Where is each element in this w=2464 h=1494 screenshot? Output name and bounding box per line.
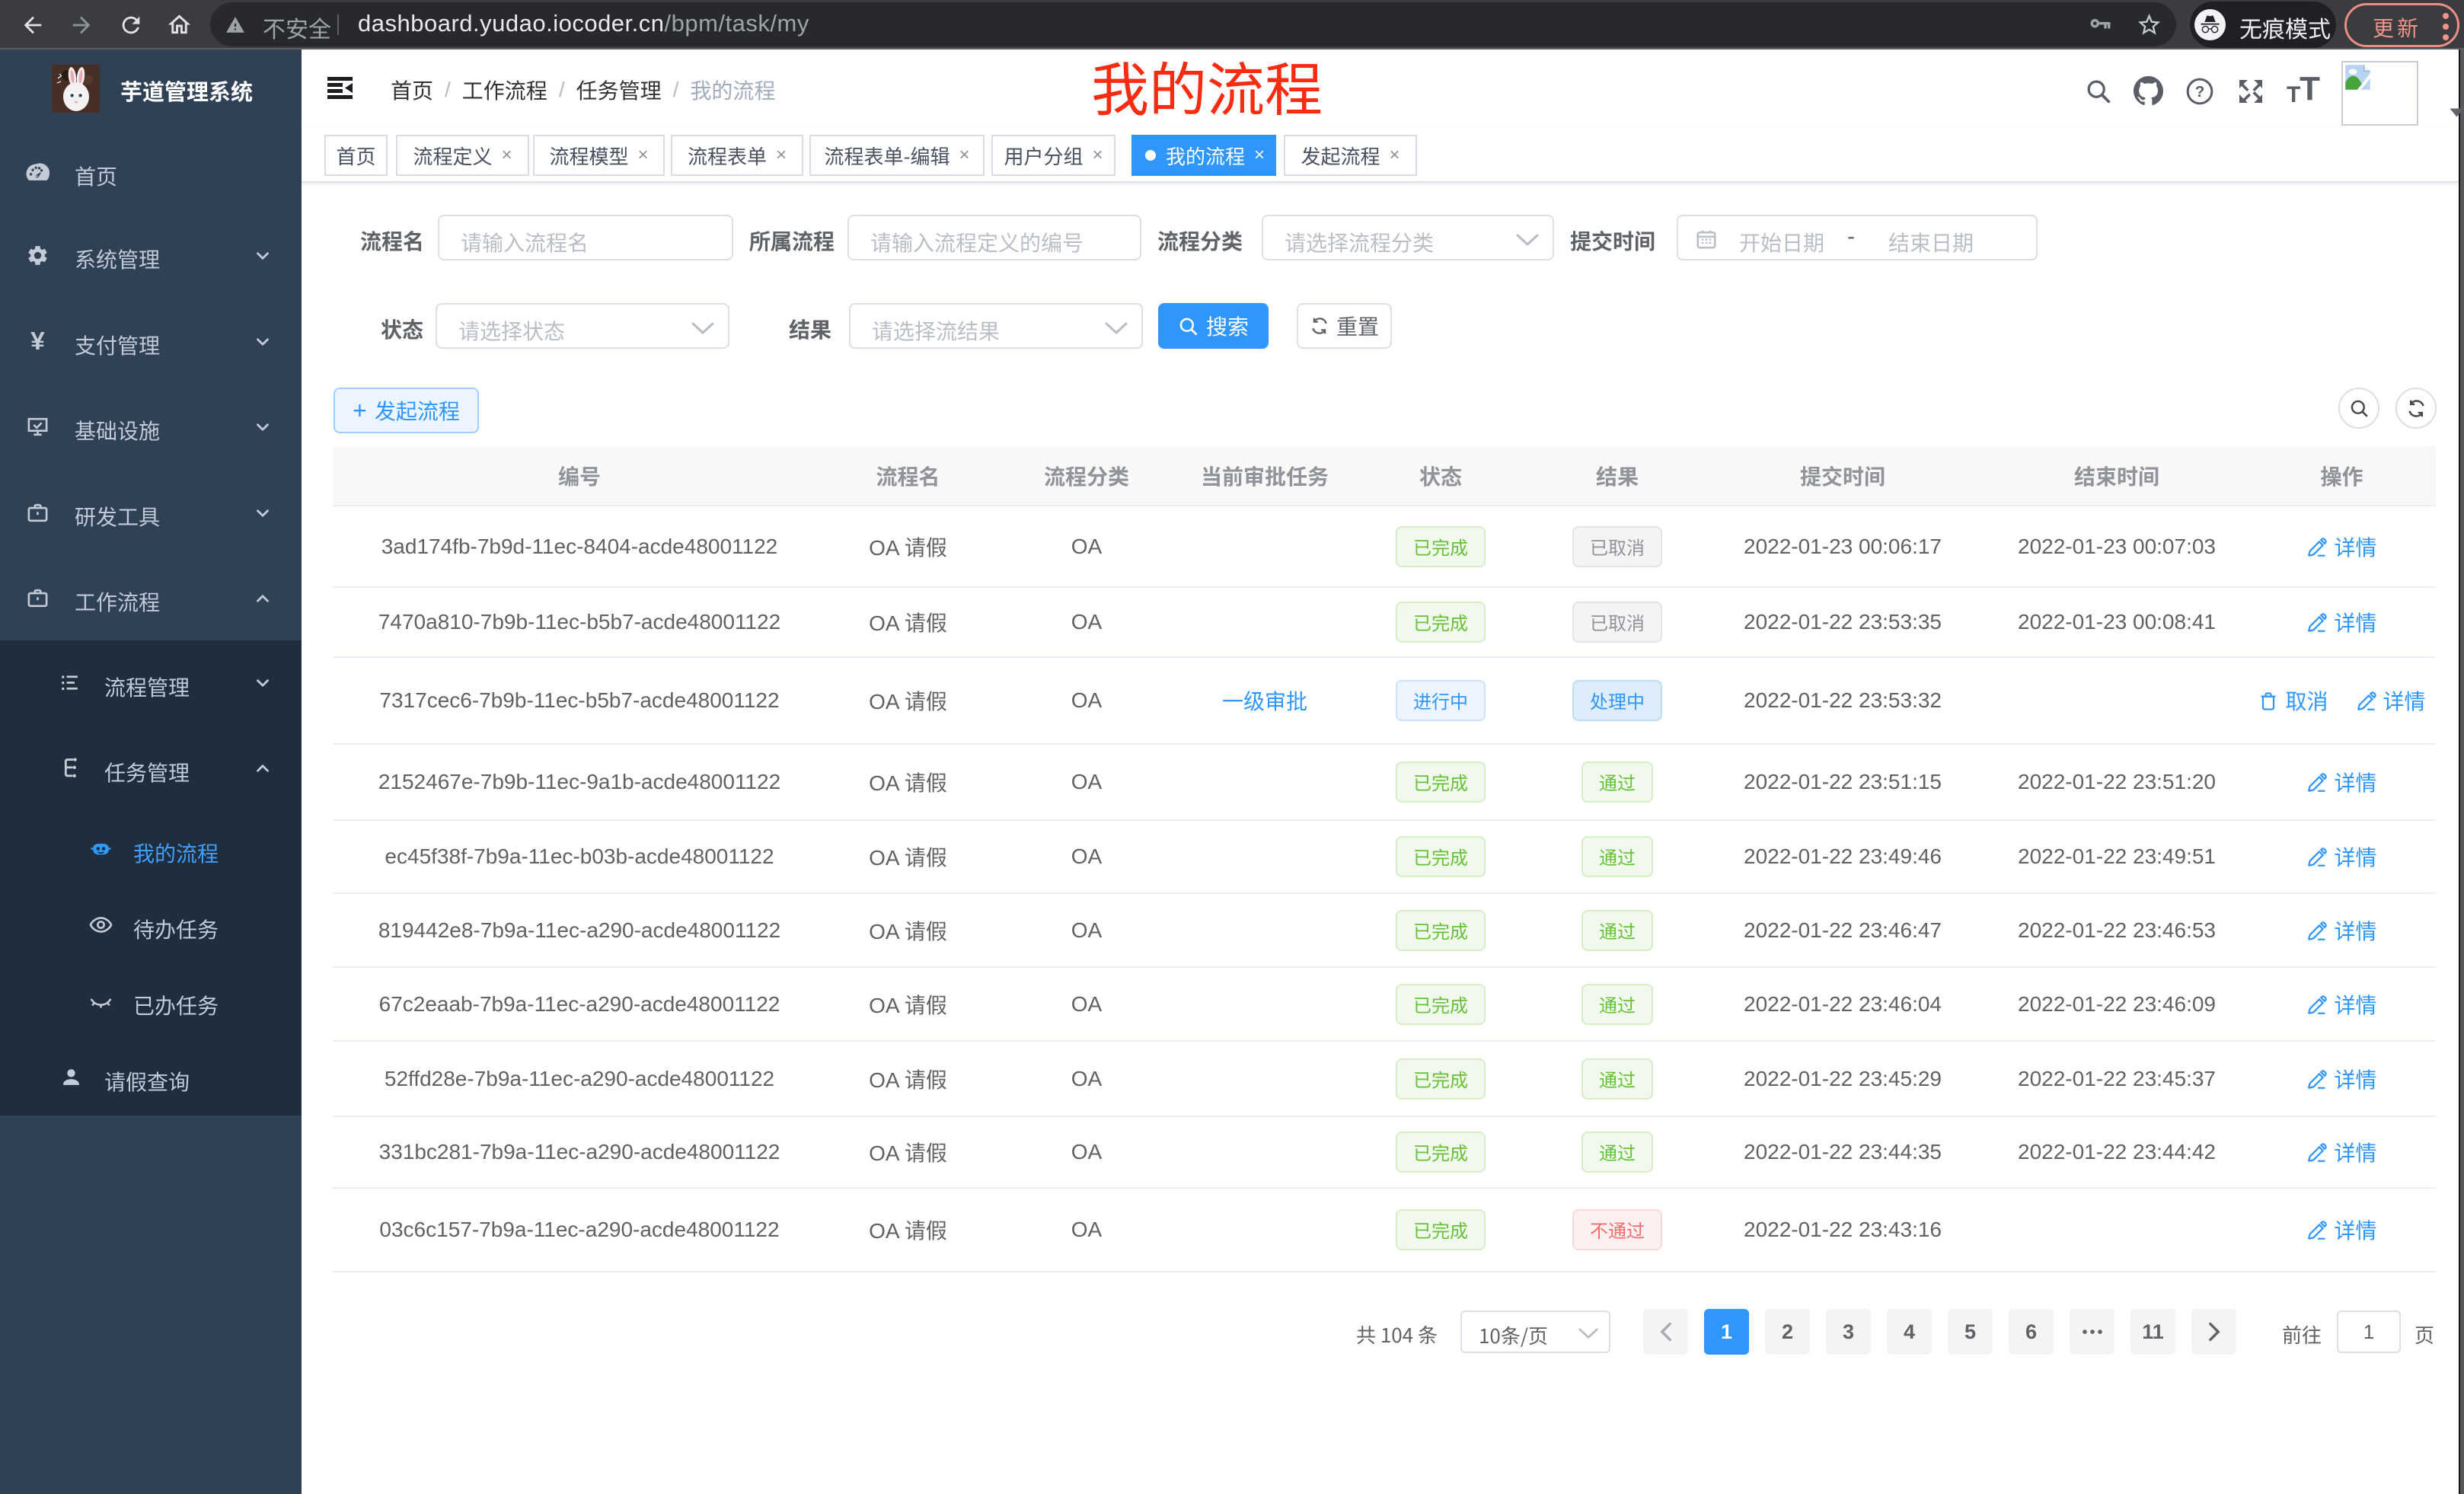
svg-text:¥: ¥	[30, 330, 45, 353]
svg-text:?: ?	[2195, 83, 2205, 101]
